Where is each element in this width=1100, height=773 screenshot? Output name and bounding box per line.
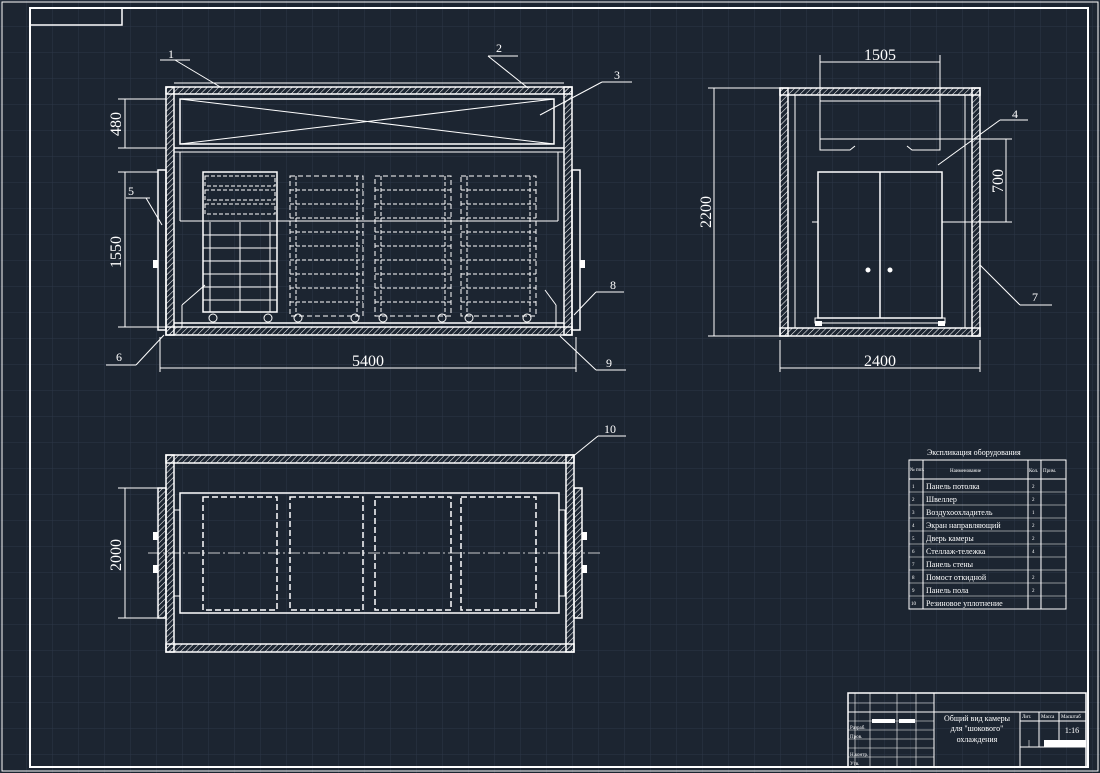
drawing-canvas: 480 1550 5400 1505 2200 700 2400 2000 1 … [0, 0, 1100, 773]
title-line-2: для "шокового" [951, 724, 1004, 733]
equipment-table-title: Экспликация оборудования [927, 448, 1021, 457]
dim-side-cooler-height: 700 [990, 169, 1007, 193]
callout-8: 8 [610, 278, 616, 292]
dim-front-door-height: 1550 [108, 236, 125, 268]
dim-side-total-width: 2400 [864, 353, 896, 370]
callout-2: 2 [496, 41, 502, 55]
tb-row-1: Разраб. [850, 726, 866, 731]
col-no: № поз. [910, 467, 924, 473]
row-4-name: Экран направляющий [926, 521, 1001, 530]
row-2-name: Швеллер [926, 495, 957, 504]
tb-row-3: Н.контр. [850, 753, 868, 758]
tb-header-scale: Масштаб [1061, 715, 1081, 720]
col-name: Наименование [950, 469, 982, 474]
row-8-name: Помост откидной [926, 573, 987, 582]
row-1-name: Панель потолка [926, 482, 980, 491]
dim-side-height: 2200 [698, 196, 715, 228]
dim-front-top-height: 480 [108, 112, 125, 136]
callout-1: 1 [168, 47, 174, 61]
grid-background [0, 0, 1100, 773]
title-line-3: охлаждения [957, 735, 998, 744]
tb-header-lit: Лит. [1022, 715, 1031, 720]
col-note: Прим. [1043, 469, 1056, 474]
dim-front-width: 5400 [352, 353, 384, 370]
row-9-name: Панель пола [926, 586, 969, 595]
row-5-name: Дверь камеры [926, 534, 974, 543]
tb-scale: 1:16 [1065, 726, 1079, 735]
callout-6: 6 [116, 350, 122, 364]
col-qty: Кол. [1029, 469, 1038, 474]
callout-9: 9 [606, 356, 612, 370]
callout-3: 3 [614, 68, 620, 82]
dim-plan-depth: 2000 [108, 539, 125, 571]
tb-row-2: Пров. [850, 735, 862, 740]
row-3-name: Воздухоохладитель [926, 508, 993, 517]
row-10-no: 10 [911, 602, 917, 607]
callout-7: 7 [1032, 290, 1038, 304]
row-6-name: Стеллаж-тележка [926, 547, 986, 556]
dim-side-width: 1505 [864, 47, 896, 64]
tb-row-4: Утв. [850, 762, 859, 767]
row-10-name: Резиновое уплотнение [926, 599, 1003, 608]
callout-10: 10 [604, 422, 616, 436]
row-7-name: Панель стены [926, 560, 974, 569]
tb-header-mass: Масса [1041, 715, 1055, 720]
callout-4: 4 [1012, 107, 1018, 121]
callout-5: 5 [128, 184, 134, 198]
title-line-1: Общий вид камеры [944, 714, 1011, 723]
